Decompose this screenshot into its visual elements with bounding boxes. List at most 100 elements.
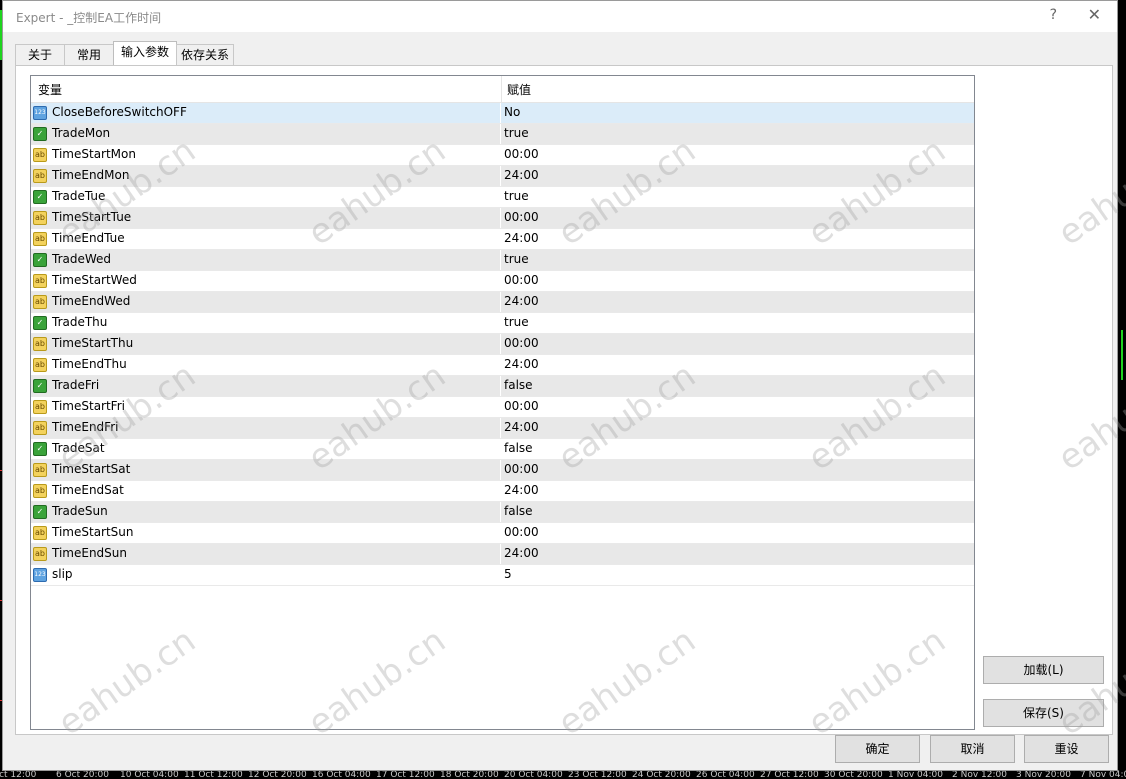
parameter-value[interactable]: 24:00 — [504, 483, 539, 497]
parameter-value[interactable]: true — [504, 315, 529, 329]
parameter-name: TimeStartFri — [52, 399, 125, 413]
table-row[interactable]: ab TimeStartTue 00:00 — [31, 208, 974, 229]
table-row[interactable]: ab TimeStartSun 00:00 — [31, 523, 974, 544]
column-divider — [500, 481, 501, 501]
chart-time-label: 16 Oct 04:00 — [312, 770, 371, 779]
table-row[interactable]: ab TimeEndMon 24:00 — [31, 166, 974, 187]
table-row[interactable]: ab TimeEndWed 24:00 — [31, 292, 974, 313]
parameter-value[interactable]: 00:00 — [504, 147, 539, 161]
table-row[interactable]: ab TimeEndSat 24:00 — [31, 481, 974, 502]
parameter-name: CloseBeforeSwitchOFF — [52, 105, 187, 119]
watermark: eahub.cn — [1051, 130, 1126, 254]
number-type-icon: 123 — [33, 568, 47, 582]
parameter-value[interactable]: 24:00 — [504, 420, 539, 434]
table-row[interactable]: ab TimeStartFri 00:00 — [31, 397, 974, 418]
column-divider — [500, 229, 501, 249]
cancel-button[interactable]: 取消 — [930, 735, 1015, 763]
load-button[interactable]: 加载(L) — [983, 656, 1104, 684]
table-row[interactable]: ab TimeStartSat 00:00 — [31, 460, 974, 481]
parameter-value[interactable]: 00:00 — [504, 336, 539, 350]
column-divider — [500, 439, 501, 459]
tab-about[interactable]: 关于 — [15, 44, 65, 65]
parameter-name: TimeEndFri — [52, 420, 119, 434]
ok-button[interactable]: 确定 — [835, 735, 920, 763]
table-row[interactable]: ✓ TradeSat false — [31, 439, 974, 460]
chart-time-label: 24 Oct 20:00 — [632, 770, 691, 779]
tab-label: 关于 — [27, 48, 52, 62]
chart-time-label: 11 Oct 12:00 — [184, 770, 243, 779]
string-type-icon: ab — [33, 526, 47, 540]
tab-common[interactable]: 常用 — [64, 44, 114, 65]
tab-label: 依存关系 — [180, 48, 229, 62]
table-row[interactable]: ab TimeEndFri 24:00 — [31, 418, 974, 439]
tab-dependencies[interactable]: 依存关系 — [176, 44, 234, 65]
parameter-value[interactable]: 00:00 — [504, 525, 539, 539]
table-row[interactable]: 123 CloseBeforeSwitchOFF No — [31, 103, 974, 124]
table-row[interactable]: ab TimeEndTue 24:00 — [31, 229, 974, 250]
table-row[interactable]: ✓ TradeThu true — [31, 313, 974, 334]
parameter-name: TimeStartSun — [52, 525, 134, 539]
table-row[interactable]: ✓ TradeFri false — [31, 376, 974, 397]
help-icon[interactable]: ? — [1050, 7, 1057, 23]
parameter-value[interactable]: 24:00 — [504, 294, 539, 308]
table-row[interactable]: ✓ TradeTue true — [31, 187, 974, 208]
chart-time-label: Oct 12:00 — [0, 770, 37, 779]
parameter-value[interactable]: false — [504, 378, 533, 392]
table-row[interactable]: ✓ TradeSun false — [31, 502, 974, 523]
string-type-icon: ab — [33, 400, 47, 414]
chart-time-label: 26 Oct 04:00 — [696, 770, 755, 779]
parameter-value[interactable]: 00:00 — [504, 273, 539, 287]
parameter-value[interactable]: 24:00 — [504, 546, 539, 560]
column-divider — [500, 397, 501, 417]
table-row[interactable]: 123 slip 5 — [31, 565, 974, 586]
column-header-variable[interactable]: 变量 — [38, 81, 62, 98]
table-header: 变量 赋值 — [31, 76, 974, 103]
parameter-value[interactable]: 00:00 — [504, 399, 539, 413]
parameter-name: TimeStartSat — [52, 462, 131, 476]
string-type-icon: ab — [33, 274, 47, 288]
reset-button[interactable]: 重设 — [1024, 735, 1109, 763]
parameter-value[interactable]: true — [504, 252, 529, 266]
table-row[interactable]: ✓ TradeMon true — [31, 124, 974, 145]
chart-time-label: 17 Oct 12:00 — [376, 770, 435, 779]
parameter-name: TimeEndThu — [52, 357, 127, 371]
parameter-value[interactable]: 24:00 — [504, 168, 539, 182]
parameter-value[interactable]: true — [504, 189, 529, 203]
parameter-value[interactable]: No — [504, 105, 520, 119]
parameter-value[interactable]: 24:00 — [504, 357, 539, 371]
save-button[interactable]: 保存(S) — [983, 699, 1104, 727]
parameter-value[interactable]: 5 — [504, 567, 512, 581]
bool-type-icon: ✓ — [33, 379, 47, 393]
tab-inputs[interactable]: 输入参数 — [113, 41, 177, 66]
column-divider — [500, 250, 501, 270]
column-divider[interactable] — [501, 76, 502, 102]
parameter-value[interactable]: true — [504, 126, 529, 140]
column-divider — [500, 124, 501, 144]
string-type-icon: ab — [33, 148, 47, 162]
string-type-icon: ab — [33, 232, 47, 246]
parameter-value[interactable]: 00:00 — [504, 210, 539, 224]
table-row[interactable]: ab TimeEndSun 24:00 — [31, 544, 974, 565]
string-type-icon: ab — [33, 421, 47, 435]
column-divider — [500, 544, 501, 564]
tab-label: 常用 — [76, 48, 101, 62]
table-row[interactable]: ab TimeStartWed 00:00 — [31, 271, 974, 292]
table-row[interactable]: ab TimeStartThu 00:00 — [31, 334, 974, 355]
parameter-value[interactable]: 00:00 — [504, 462, 539, 476]
column-divider — [500, 355, 501, 375]
bool-type-icon: ✓ — [33, 442, 47, 456]
chart-time-label: 30 Oct 20:00 — [824, 770, 883, 779]
parameter-value[interactable]: false — [504, 504, 533, 518]
table-row[interactable]: ✓ TradeWed true — [31, 250, 974, 271]
close-icon[interactable]: ✕ — [1088, 5, 1101, 24]
column-divider — [500, 166, 501, 186]
parameter-name: TimeEndSat — [52, 483, 124, 497]
parameter-value[interactable]: false — [504, 441, 533, 455]
table-row[interactable]: ab TimeStartMon 00:00 — [31, 145, 974, 166]
column-header-value[interactable]: 赋值 — [507, 81, 531, 98]
column-divider — [500, 103, 501, 123]
parameter-value[interactable]: 24:00 — [504, 231, 539, 245]
parameters-table[interactable]: 变量 赋值 123 CloseBeforeSwitchOFF No ✓ TradeMon… — [30, 75, 975, 730]
bool-type-icon: ✓ — [33, 316, 47, 330]
table-row[interactable]: ab TimeEndThu 24:00 — [31, 355, 974, 376]
